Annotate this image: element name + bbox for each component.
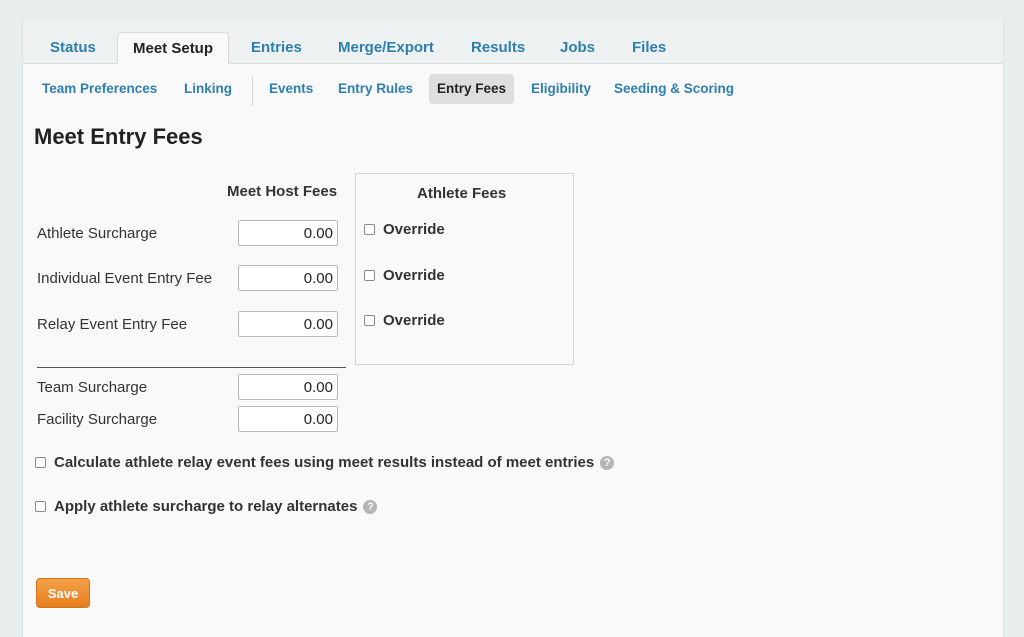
facility-surcharge-input[interactable] <box>238 406 338 432</box>
subnav-eligibility[interactable]: Eligibility <box>531 74 591 104</box>
surcharge-relay-alternates-checkbox[interactable] <box>35 501 46 512</box>
tab-entries[interactable]: Entries <box>251 33 302 63</box>
help-icon[interactable]: ? <box>600 455 615 470</box>
override-label: Override <box>383 312 445 329</box>
override-checkbox[interactable] <box>364 315 375 326</box>
athlete-fees-box: Athlete Fees Override Override Override <box>355 173 574 365</box>
override-label: Override <box>383 267 445 284</box>
tab-jobs[interactable]: Jobs <box>560 33 595 63</box>
override-label: Override <box>383 221 445 238</box>
main-panel: Status Meet Setup Entries Merge/Export R… <box>22 18 1004 637</box>
meet-host-fees-heading: Meet Host Fees <box>227 183 338 200</box>
section-divider <box>37 367 346 368</box>
surcharge-relay-alternates-option[interactable]: Apply athlete surcharge to relay alterna… <box>35 498 378 515</box>
override-relay-event-fee[interactable]: Override <box>364 312 445 329</box>
subnav-team-preferences[interactable]: Team Preferences <box>42 74 157 104</box>
override-athlete-surcharge[interactable]: Override <box>364 221 445 238</box>
team-surcharge-input[interactable] <box>238 374 338 400</box>
subnav-linking[interactable]: Linking <box>184 74 232 104</box>
facility-surcharge-label: Facility Surcharge <box>37 411 158 428</box>
save-button[interactable]: Save <box>36 578 90 608</box>
subnav-divider <box>252 76 253 106</box>
individual-event-entry-fee-label: Individual Event Entry Fee <box>37 270 213 287</box>
page-title: Meet Entry Fees <box>34 124 203 149</box>
main-tabs: Status Meet Setup Entries Merge/Export R… <box>23 18 1003 65</box>
athlete-surcharge-input[interactable] <box>238 220 338 246</box>
override-checkbox[interactable] <box>364 224 375 235</box>
individual-event-entry-fee-input[interactable] <box>238 265 338 291</box>
tab-results[interactable]: Results <box>471 33 525 63</box>
relay-fees-from-results-option[interactable]: Calculate athlete relay event fees using… <box>35 454 615 471</box>
help-icon[interactable]: ? <box>363 499 378 514</box>
override-checkbox[interactable] <box>364 270 375 281</box>
athlete-fees-heading: Athlete Fees <box>417 185 507 202</box>
override-individual-event-fee[interactable]: Override <box>364 267 445 284</box>
tab-meet-setup[interactable]: Meet Setup <box>117 32 230 65</box>
relay-event-entry-fee-input[interactable] <box>238 311 338 337</box>
tab-merge-export[interactable]: Merge/Export <box>338 33 434 63</box>
subnav-entry-rules[interactable]: Entry Rules <box>338 74 413 104</box>
subnav-seeding-scoring[interactable]: Seeding & Scoring <box>614 74 734 104</box>
relay-event-entry-fee-label: Relay Event Entry Fee <box>37 316 188 333</box>
athlete-surcharge-label: Athlete Surcharge <box>37 225 158 242</box>
team-surcharge-label: Team Surcharge <box>37 379 148 396</box>
surcharge-relay-alternates-label: Apply athlete surcharge to relay alterna… <box>54 498 358 515</box>
tab-files[interactable]: Files <box>632 33 666 63</box>
relay-fees-from-results-label: Calculate athlete relay event fees using… <box>54 454 595 471</box>
tab-status[interactable]: Status <box>50 33 96 63</box>
relay-fees-from-results-checkbox[interactable] <box>35 457 46 468</box>
subnav-events[interactable]: Events <box>269 74 313 104</box>
subnav-entry-fees[interactable]: Entry Fees <box>429 74 515 104</box>
